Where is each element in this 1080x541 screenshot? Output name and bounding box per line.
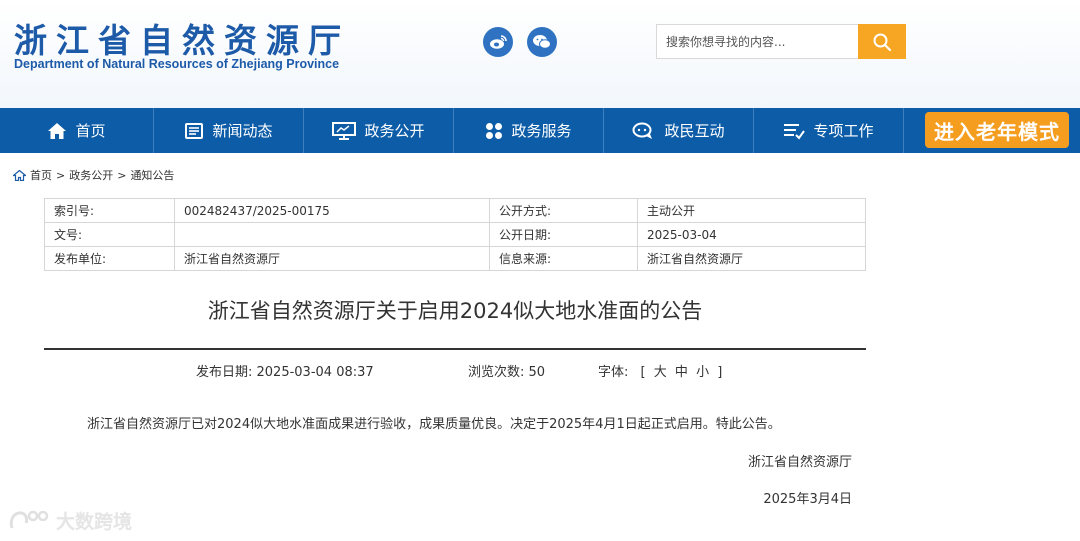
- home-icon: [13, 169, 26, 181]
- article-body: 浙江省自然资源厅已对2024似大地水准面成果进行验收，成果质量优良。决定于202…: [87, 417, 781, 432]
- monitor-icon: [332, 121, 357, 140]
- document-meta-table: 索引号: 002482437/2025-00175 公开方式: 主动公开 文号:…: [44, 198, 866, 271]
- nav-item-news[interactable]: 新闻动态: [154, 108, 304, 153]
- font-size-small[interactable]: 小: [696, 365, 709, 380]
- nav-label: 新闻动态: [212, 122, 273, 140]
- nav-item-gov-open[interactable]: 政务公开: [304, 108, 454, 153]
- breadcrumb: 首页 > 政务公开 > 通知公告: [13, 167, 174, 183]
- nav-item-gov-service[interactable]: 政务服务: [454, 108, 604, 153]
- home-icon: [48, 122, 67, 139]
- meta-label-index: 索引号:: [44, 198, 175, 223]
- breadcrumb-notices[interactable]: 通知公告: [130, 167, 174, 183]
- table-row: 发布单位: 浙江省自然资源厅 信息来源: 浙江省自然资源厅: [44, 246, 866, 271]
- list-icon: [784, 123, 806, 140]
- sign-date: 2025年3月4日: [763, 492, 852, 507]
- watermark-text: 大数跨境: [56, 511, 133, 533]
- meta-label-source: 信息来源:: [489, 246, 638, 271]
- breadcrumb-separator: >: [56, 168, 66, 182]
- nav-label: 政务公开: [364, 122, 425, 140]
- search-input[interactable]: [657, 25, 859, 58]
- nav-label: 政务服务: [511, 122, 572, 140]
- nav-label: 政民互动: [664, 122, 725, 140]
- breadcrumb-separator: >: [117, 168, 127, 182]
- nav-label: 首页: [75, 122, 106, 140]
- signature: 浙江省自然资源厅: [747, 455, 852, 470]
- site-title-cn[interactable]: 浙江省自然资源厅: [14, 14, 350, 62]
- article-title: 浙江省自然资源厅关于启用2024似大地水准面的公告: [207, 299, 703, 323]
- font-size-control: 字体: [ 大 中 小 ]: [598, 361, 722, 380]
- nav-item-home[interactable]: 首页: [0, 108, 154, 153]
- search-box: [656, 24, 906, 59]
- breadcrumb-home[interactable]: 首页: [30, 167, 52, 183]
- weibo-icon[interactable]: [483, 27, 513, 57]
- meta-value-mode: 主动公开: [637, 198, 866, 223]
- font-size-medium[interactable]: 中: [675, 365, 688, 380]
- meta-value-index: 002482437/2025-00175: [174, 198, 490, 223]
- watermark: 大数跨境: [8, 507, 132, 534]
- font-size-label: 字体:: [598, 365, 629, 380]
- nav-item-special-work[interactable]: 专项工作: [754, 108, 904, 153]
- main-nav: 首页 新闻动态 政务公开 政务服务 政民互动 专项工作: [0, 108, 1080, 153]
- elder-mode-button[interactable]: 进入老年模式: [925, 112, 1069, 148]
- site-title-en[interactable]: Department of Natural Resources of Zheji…: [14, 57, 339, 71]
- table-row: 文号: 公开日期: 2025-03-04: [44, 222, 866, 247]
- meta-label-doc-number: 文号:: [44, 222, 175, 247]
- meta-label-date: 公开日期:: [489, 222, 638, 247]
- meta-value-source: 浙江省自然资源厅: [637, 246, 866, 271]
- table-row: 索引号: 002482437/2025-00175 公开方式: 主动公开: [44, 198, 866, 223]
- breadcrumb-gov-open[interactable]: 政务公开: [69, 167, 113, 183]
- font-bracket-open: [: [640, 365, 646, 380]
- chat-icon: [632, 122, 653, 139]
- nav-item-interaction[interactable]: 政民互动: [604, 108, 754, 153]
- meta-value-date: 2025-03-04: [637, 222, 866, 247]
- meta-value-doc-number: [174, 222, 490, 247]
- search-button[interactable]: [858, 24, 906, 59]
- meta-label-unit: 发布单位:: [44, 246, 175, 271]
- view-count: 浏览次数: 50: [468, 365, 546, 380]
- nav-label: 专项工作: [813, 122, 874, 140]
- meta-value-unit: 浙江省自然资源厅: [174, 246, 490, 271]
- font-size-large[interactable]: 大: [654, 365, 667, 380]
- site-header: 浙江省自然资源厅 Department of Natural Resources…: [0, 0, 1080, 108]
- search-icon: [873, 33, 892, 51]
- news-icon: [185, 122, 204, 139]
- divider: [44, 348, 866, 350]
- font-bracket-close: ]: [717, 365, 723, 380]
- watermark-logo-icon: [9, 510, 49, 528]
- publish-date: 发布日期: 2025-03-04 08:37: [196, 365, 374, 380]
- wechat-icon[interactable]: [527, 27, 557, 57]
- meta-label-mode: 公开方式:: [489, 198, 638, 223]
- grid-icon: [486, 122, 503, 139]
